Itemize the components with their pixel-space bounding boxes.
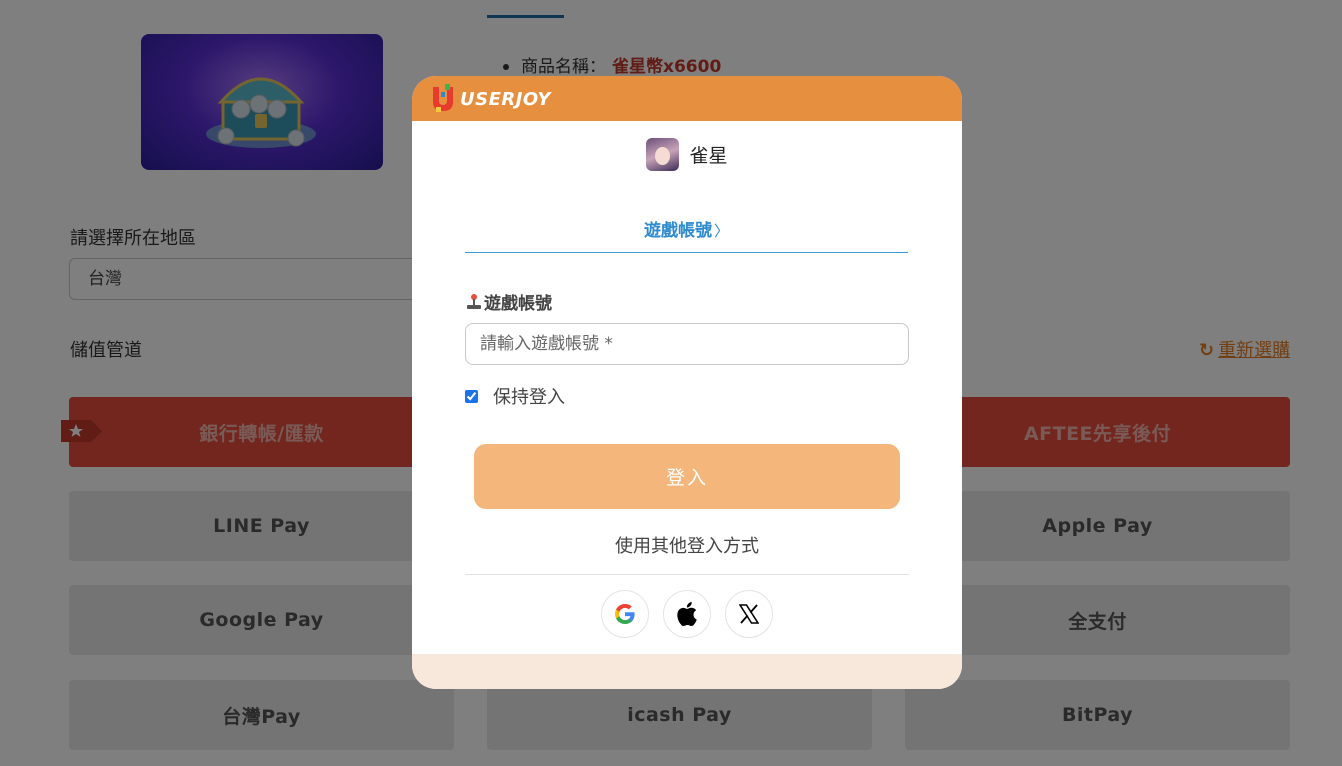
login-button[interactable]: 登入 — [474, 444, 900, 509]
divider — [465, 574, 909, 575]
userjoy-logo: USERJOY — [430, 84, 551, 114]
account-field-label-text: 遊戲帳號 — [484, 294, 552, 314]
login-modal: USERJOY 雀星 遊戲帳號〉 遊戲帳號 保持登入 登入 使用其他登入方式 — [412, 76, 962, 689]
userjoy-logo-icon — [433, 84, 453, 112]
tab-label: 遊戲帳號 — [643, 221, 712, 241]
apple-icon — [677, 602, 697, 626]
x-icon — [739, 604, 759, 624]
joystick-icon — [467, 293, 481, 309]
x-login-button[interactable] — [725, 590, 773, 638]
apple-login-button[interactable] — [663, 590, 711, 638]
modal-header: USERJOY — [412, 76, 962, 121]
game-name: 雀星 — [689, 145, 728, 167]
game-account-input[interactable] — [465, 323, 909, 365]
keep-login-row: 保持登入 — [465, 383, 565, 409]
google-icon — [615, 604, 635, 624]
keep-login-checkbox[interactable] — [465, 389, 478, 403]
chevron-right-icon: 〉 — [713, 222, 729, 240]
account-field-label: 遊戲帳號 — [465, 289, 552, 314]
google-login-button[interactable] — [601, 590, 649, 638]
other-login-label: 使用其他登入方式 — [615, 536, 759, 557]
game-avatar — [646, 138, 680, 171]
modal-footer — [412, 654, 962, 689]
tab-game-account[interactable]: 遊戲帳號〉 — [465, 216, 908, 253]
game-info: 雀星 — [412, 138, 962, 171]
social-login-row — [412, 590, 962, 638]
keep-login-label[interactable]: 保持登入 — [493, 383, 565, 409]
brand-name: USERJOY — [460, 88, 551, 110]
